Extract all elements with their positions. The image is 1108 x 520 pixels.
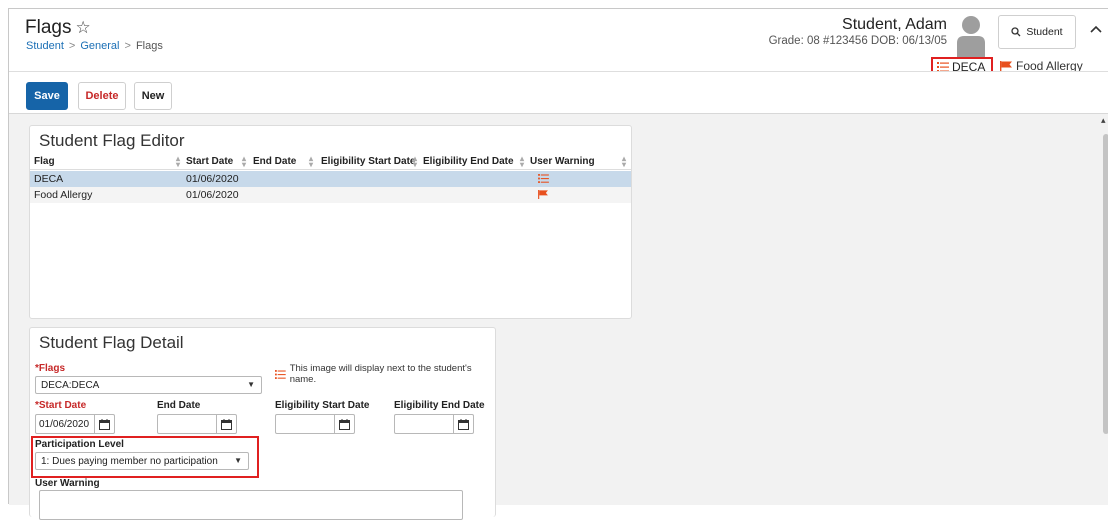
sort-icon[interactable]: ▴ ▾ <box>520 155 524 169</box>
search-button-label: Student <box>1026 26 1063 38</box>
eligibility-start-date-label: Eligibility Start Date <box>275 400 370 411</box>
flags-select-value: DECA:DECA <box>41 379 100 391</box>
column-header-eligibility-end[interactable]: Eligibility End Date <box>423 156 514 167</box>
sort-icon[interactable]: ▴ ▾ <box>176 155 180 169</box>
table-row[interactable]: DECA 01/06/2020 <box>30 171 631 187</box>
student-search-button[interactable]: Student <box>998 15 1076 49</box>
sort-icon[interactable]: ▴ ▾ <box>242 155 246 169</box>
cell-start-date: 01/06/2020 <box>186 189 239 201</box>
end-date-label: End Date <box>157 400 201 411</box>
chevron-down-icon: ▼ <box>234 456 242 465</box>
chevron-up-icon[interactable] <box>1086 21 1106 41</box>
new-button[interactable]: New <box>134 82 172 110</box>
person-silhouette-icon <box>957 16 985 59</box>
eligibility-end-date-label: Eligibility End Date <box>394 400 485 411</box>
start-date-value: 01/06/2020 <box>39 418 90 430</box>
breadcrumb-flags: Flags <box>135 40 163 52</box>
student-flag-detail: Student Flag Detail *Flags This image wi… <box>29 327 496 520</box>
end-date-field[interactable] <box>157 414 237 434</box>
breadcrumb-separator: > <box>68 40 76 52</box>
column-header-user-warning[interactable]: User Warning <box>530 156 595 167</box>
column-header-end-date[interactable]: End Date <box>253 156 296 167</box>
app-frame: Flags ☆ Student > General > Flags Student, Ad… <box>8 8 1108 520</box>
breadcrumb: Student > General > Flags <box>26 40 163 52</box>
delete-button[interactable]: Delete <box>78 82 126 110</box>
eligibility-start-date-field[interactable] <box>275 414 355 434</box>
calendar-icon[interactable] <box>94 415 114 433</box>
flags-label: *Flags <box>35 363 66 374</box>
participation-level-select[interactable]: 1: Dues paying member no participation ▼ <box>35 452 249 470</box>
breadcrumb-student[interactable]: Student <box>26 40 64 52</box>
action-toolbar: Save Delete New <box>9 72 1108 112</box>
breadcrumb-general[interactable]: General <box>80 40 119 52</box>
detail-title: Student Flag Detail <box>39 333 184 352</box>
start-date-label: *Start Date <box>35 400 87 411</box>
flags-select[interactable]: DECA:DECA ▼ <box>35 376 262 394</box>
list-icon <box>275 369 286 379</box>
calendar-icon[interactable] <box>453 415 473 433</box>
start-date-field[interactable]: 01/06/2020 <box>35 414 115 434</box>
calendar-icon[interactable] <box>216 415 236 433</box>
star-outline-icon[interactable]: ☆ <box>75 18 90 37</box>
editor-grid-header: Flag ▴ ▾ Start Date ▴ ▾ End Date ▴ ▾ Eligib… <box>30 154 631 170</box>
calendar-icon[interactable] <box>334 415 354 433</box>
participation-level-value: 1: Dues paying member no participation <box>41 455 218 467</box>
save-button[interactable]: Save <box>26 82 68 110</box>
cell-flag: Food Allergy <box>34 189 93 201</box>
breadcrumb-separator: > <box>124 40 131 52</box>
column-header-start-date[interactable]: Start Date <box>186 156 233 167</box>
list-icon <box>937 61 949 72</box>
page-title-text: Flags <box>25 17 72 38</box>
student-flag-editor: Student Flag Editor Flag ▴ ▾ Start Date ▴… <box>29 125 632 319</box>
column-header-eligibility-start[interactable]: Eligibility Start Date <box>321 156 415 167</box>
sort-icon[interactable]: ▴ ▾ <box>622 155 626 169</box>
flag-image-hint: This image will display next to the stud… <box>275 363 495 385</box>
sort-icon[interactable]: ▴ ▾ <box>413 155 417 169</box>
editor-title: Student Flag Editor <box>39 131 185 150</box>
table-row[interactable]: Food Allergy 01/06/2020 <box>30 187 631 203</box>
sort-icon[interactable]: ▴ ▾ <box>309 155 313 169</box>
student-name: Student, Adam <box>842 16 947 33</box>
list-icon <box>538 174 549 186</box>
participation-level-label: Participation Level <box>35 439 124 450</box>
cell-flag: DECA <box>34 173 64 185</box>
eligibility-end-date-field[interactable] <box>394 414 474 434</box>
user-warning-field[interactable] <box>39 490 463 520</box>
column-header-flag[interactable]: Flag <box>34 156 55 167</box>
page-header: Flags ☆ Student > General > Flags Student, Ad… <box>9 9 1108 76</box>
flag-icon <box>538 190 548 202</box>
flag-icon <box>1000 60 1012 72</box>
search-icon <box>1011 27 1021 37</box>
avatar[interactable] <box>955 15 987 59</box>
student-meta: Grade: 08 #123456 DOB: 06/13/05 <box>768 35 947 47</box>
scrollbar-thumb[interactable] <box>1103 134 1108 434</box>
scroll-up-icon[interactable]: ▴ <box>1101 115 1106 126</box>
cell-start-date: 01/06/2020 <box>186 173 239 185</box>
page-title: Flags ☆ <box>25 17 91 39</box>
chevron-down-icon: ▼ <box>247 380 255 389</box>
flag-image-hint-text: This image will display next to the stud… <box>289 363 472 385</box>
user-warning-label: User Warning <box>35 478 100 489</box>
